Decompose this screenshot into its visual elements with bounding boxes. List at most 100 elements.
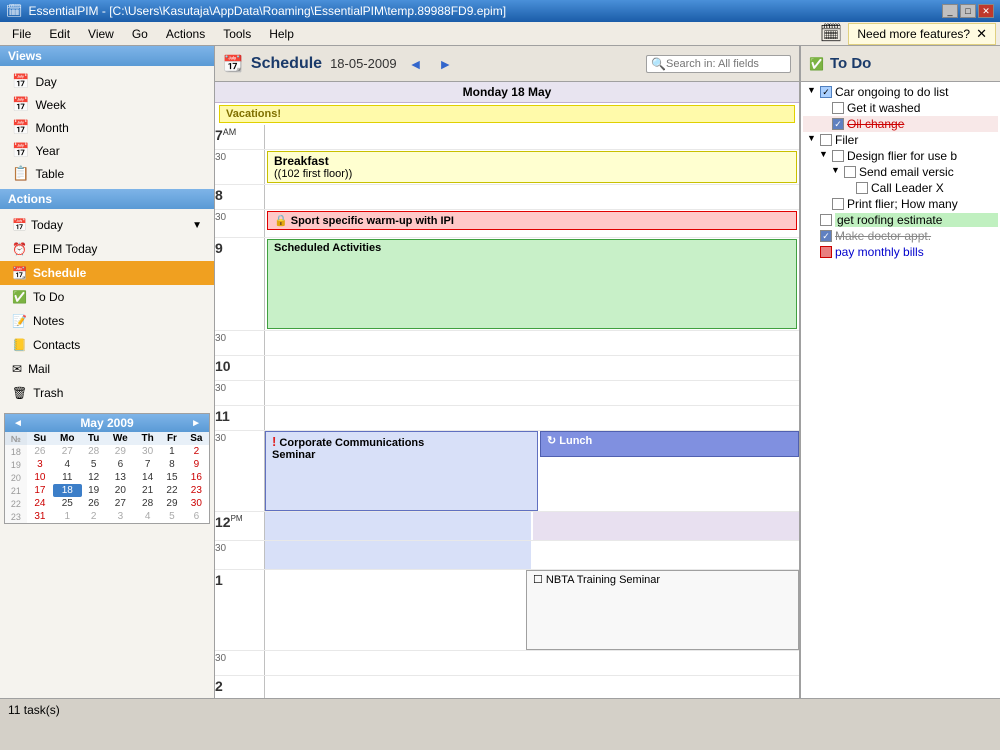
sidebar-action-notes[interactable]: 📝 Notes: [0, 309, 214, 333]
calendar-day[interactable]: 26: [82, 497, 106, 510]
sidebar-item-year[interactable]: 📅 Year: [0, 139, 214, 162]
calendar-day[interactable]: 4: [135, 510, 160, 523]
minimize-button[interactable]: _: [942, 4, 958, 18]
menu-go[interactable]: Go: [124, 25, 156, 43]
menu-help[interactable]: Help: [261, 25, 302, 43]
sidebar-action-trash[interactable]: 🗑 Trash: [0, 381, 214, 405]
car-group-checkbox[interactable]: ✓: [820, 86, 832, 98]
nbta-event[interactable]: ☐ NBTA Training Seminar: [526, 570, 799, 650]
menu-edit[interactable]: Edit: [41, 25, 78, 43]
calendar-day[interactable]: 30: [184, 497, 209, 510]
menu-tools[interactable]: Tools: [215, 25, 259, 43]
cal-next-button[interactable]: ►: [187, 418, 205, 429]
email-checkbox[interactable]: [844, 166, 856, 178]
title-bar-controls[interactable]: _ □ ✕: [942, 4, 994, 18]
list-item[interactable]: Print flier; How many: [803, 196, 998, 212]
list-item[interactable]: ✓ Oil change: [803, 116, 998, 132]
sidebar-action-mail[interactable]: ✉ Mail: [0, 357, 214, 381]
list-item[interactable]: ▼ Design flier for use b: [803, 148, 998, 164]
calendar-day[interactable]: 11: [53, 471, 82, 484]
sidebar-action-today[interactable]: 📅 Today ▼: [0, 213, 214, 237]
expand-flier-icon[interactable]: ▼: [819, 149, 831, 159]
filer-group-checkbox[interactable]: [820, 134, 832, 146]
calendar-day[interactable]: 26: [27, 445, 53, 458]
calendar-day[interactable]: 1: [160, 445, 184, 458]
calendar-day[interactable]: 20: [106, 484, 135, 497]
list-item[interactable]: ▼ ✓ Car ongoing to do list: [803, 84, 998, 100]
calendar-day[interactable]: 2: [184, 445, 209, 458]
sidebar-item-table[interactable]: 📋 Table: [0, 162, 214, 185]
calendar-day[interactable]: 6: [106, 458, 135, 471]
list-item[interactable]: Get it washed: [803, 100, 998, 116]
calendar-day[interactable]: 10: [27, 471, 53, 484]
sport-event[interactable]: 🔒 Sport specific warm-up with IPI: [267, 211, 797, 230]
calendar-day[interactable]: 27: [53, 445, 82, 458]
calendar-day[interactable]: 1: [53, 510, 82, 523]
calendar-day[interactable]: 13: [106, 471, 135, 484]
calendar-day[interactable]: 8: [160, 458, 184, 471]
list-item[interactable]: ▼ Send email versic: [803, 164, 998, 180]
calendar-day[interactable]: 17: [27, 484, 53, 497]
info-bar-close[interactable]: ✕: [976, 26, 987, 42]
menu-actions[interactable]: Actions: [158, 25, 213, 43]
sidebar-action-schedule[interactable]: 📆 Schedule: [0, 261, 214, 285]
lunch-event[interactable]: ↻ Lunch: [540, 431, 799, 457]
list-item[interactable]: get roofing estimate: [803, 212, 998, 228]
calendar-day[interactable]: 24: [27, 497, 53, 510]
scheduled-event[interactable]: Scheduled Activities: [267, 239, 797, 329]
calendar-day[interactable]: 28: [82, 445, 106, 458]
list-item[interactable]: ▼ Filer: [803, 132, 998, 148]
doctor-checkbox[interactable]: ✓: [820, 230, 832, 242]
calendar-day[interactable]: 29: [106, 445, 135, 458]
corporate-event[interactable]: ! Corporate CommunicationsSeminar: [265, 431, 538, 511]
sidebar-action-epim[interactable]: ⏰ EPIM Today: [0, 237, 214, 261]
calendar-day[interactable]: 7: [135, 458, 160, 471]
calendar-day[interactable]: 14: [135, 471, 160, 484]
calendar-day[interactable]: 3: [106, 510, 135, 523]
sidebar-action-todo[interactable]: ✅ To Do: [0, 285, 214, 309]
expand-email-icon[interactable]: ▼: [831, 165, 843, 175]
cal-prev-button[interactable]: ◄: [9, 418, 27, 429]
calendar-day[interactable]: 21: [135, 484, 160, 497]
list-item[interactable]: Call Leader X: [803, 180, 998, 196]
sidebar-action-contacts[interactable]: 📒 Contacts: [0, 333, 214, 357]
sidebar-item-week[interactable]: 📅 Week: [0, 93, 214, 116]
call-checkbox[interactable]: [856, 182, 868, 194]
calendar-day[interactable]: 5: [160, 510, 184, 523]
expand-car-icon[interactable]: ▼: [807, 85, 819, 95]
breakfast-event[interactable]: Breakfast((102 first floor)): [267, 151, 797, 183]
search-input[interactable]: [666, 58, 786, 70]
calendar-day[interactable]: 28: [135, 497, 160, 510]
calendar-day[interactable]: 19: [82, 484, 106, 497]
sidebar-item-month[interactable]: 📅 Month: [0, 116, 214, 139]
calendar-day[interactable]: 12: [82, 471, 106, 484]
oil-checkbox[interactable]: ✓: [832, 118, 844, 130]
bills-checkbox[interactable]: [820, 246, 832, 258]
calendar-day[interactable]: 2: [82, 510, 106, 523]
calendar-day[interactable]: 3: [27, 458, 53, 471]
menu-view[interactable]: View: [80, 25, 122, 43]
calendar-day[interactable]: 18: [53, 484, 82, 497]
calendar-day[interactable]: 16: [184, 471, 209, 484]
maximize-button[interactable]: □: [960, 4, 976, 18]
print-checkbox[interactable]: [832, 198, 844, 210]
washed-checkbox[interactable]: [832, 102, 844, 114]
schedule-prev-button[interactable]: ◄: [405, 56, 427, 72]
calendar-day[interactable]: 27: [106, 497, 135, 510]
calendar-day[interactable]: 30: [135, 445, 160, 458]
list-item[interactable]: ✓ Make doctor appt.: [803, 228, 998, 244]
flier-checkbox[interactable]: [832, 150, 844, 162]
calendar-day[interactable]: 15: [160, 471, 184, 484]
list-item[interactable]: pay monthly bills: [803, 244, 998, 260]
close-button[interactable]: ✕: [978, 4, 994, 18]
calendar-day[interactable]: 31: [27, 510, 53, 523]
sidebar-item-day[interactable]: 📅 Day: [0, 70, 214, 93]
calendar-day[interactable]: 23: [184, 484, 209, 497]
menu-file[interactable]: File: [4, 25, 39, 43]
calendar-day[interactable]: 6: [184, 510, 209, 523]
calendar-day[interactable]: 25: [53, 497, 82, 510]
schedule-content[interactable]: Vacations! 7AM 30 Breakfast((102 first f…: [215, 103, 799, 698]
calendar-day[interactable]: 29: [160, 497, 184, 510]
calendar-day[interactable]: 9: [184, 458, 209, 471]
calendar-day[interactable]: 22: [160, 484, 184, 497]
